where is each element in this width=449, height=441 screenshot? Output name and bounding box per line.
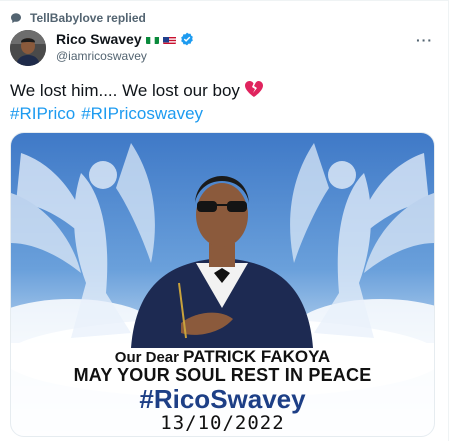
author-handle[interactable]: @iamricoswavey (56, 49, 147, 63)
author-name[interactable]: Rico Swavey (56, 31, 142, 47)
hashtag-ripricoswavey[interactable]: #RIPricoswavey (81, 103, 203, 125)
avatar[interactable] (10, 30, 46, 66)
tweet-media-image[interactable]: Our Dear PATRICK FAKOYA MAY YOUR SOUL RE… (10, 132, 435, 437)
caption-line-1: Our Dear PATRICK FAKOYA (11, 347, 434, 367)
tweet-text: We lost him.... We lost our boy (10, 80, 264, 104)
chat-bubble-icon (10, 12, 22, 24)
hashtag-riprico[interactable]: #RIPrico (10, 103, 75, 125)
social-context-label: TellBabylove replied (30, 11, 146, 25)
broken-heart-icon (244, 80, 264, 104)
verified-badge-icon (180, 32, 194, 46)
portrait-figure (131, 176, 313, 348)
author-row: Rico Swavey (56, 31, 194, 47)
caption-name: PATRICK FAKOYA (183, 347, 331, 366)
top-divider (0, 0, 449, 1)
more-options-button[interactable]: ··· (416, 32, 433, 48)
tweet-text-body: We lost him.... We lost our boy (10, 81, 240, 100)
social-context[interactable]: TellBabylove replied (10, 10, 146, 26)
caption-date: 13/10/2022 (160, 412, 285, 434)
caption-line-2: MAY YOUR SOUL REST IN PEACE (73, 365, 372, 385)
usa-flag-icon (162, 34, 176, 44)
caption-hashtag: #RicoSwavey (139, 384, 306, 414)
nigeria-flag-icon (145, 34, 159, 44)
caption-prefix: Our Dear (114, 349, 179, 366)
hashtag-row: #RIPrico #RIPricoswavey (10, 103, 203, 125)
